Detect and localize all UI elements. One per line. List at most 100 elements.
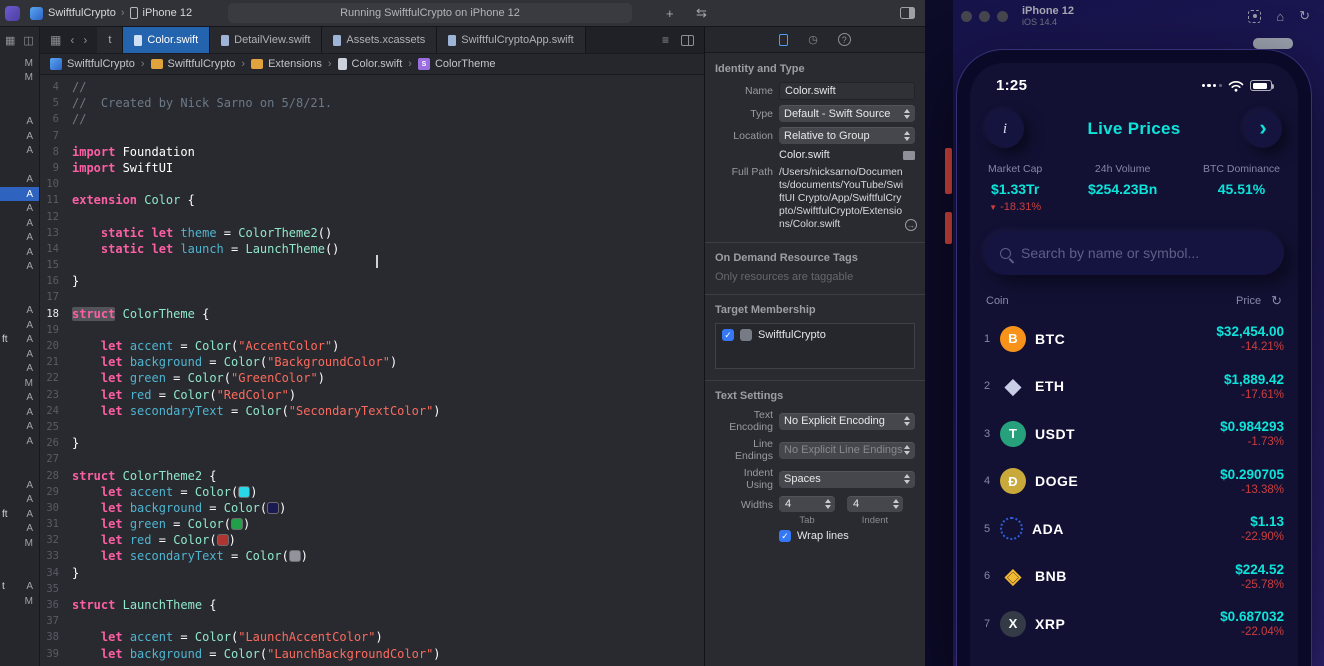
navigator-file-row[interactable]: A	[0, 492, 39, 507]
rotate-icon[interactable]: ↻	[1299, 8, 1310, 24]
code-line[interactable]: 8 import Foundation	[40, 144, 704, 160]
navigator-file-row[interactable]: A	[0, 391, 39, 406]
type-dropdown[interactable]: Default - Swift Source	[779, 105, 915, 122]
code-review-button[interactable]: ⇆	[696, 5, 707, 21]
code-line[interactable]: 37	[40, 613, 704, 629]
code-line[interactable]: 36 struct LaunchTheme {	[40, 597, 704, 613]
navigator-file-row[interactable]: M	[0, 536, 39, 551]
breadcrumb-item[interactable]: Extensions	[251, 58, 322, 70]
breadcrumb-item[interactable]: S ColorTheme	[417, 58, 496, 70]
code-line[interactable]: 7	[40, 128, 704, 144]
color-literal-swatch[interactable]	[288, 550, 301, 563]
code-line[interactable]: 9 import SwiftUI	[40, 160, 704, 176]
close-window-icon[interactable]	[961, 10, 972, 22]
reveal-arrow-icon[interactable]: →	[905, 219, 917, 231]
code-line[interactable]: 18 struct ColorTheme {	[40, 306, 704, 322]
navigator-file-row[interactable]: A	[0, 522, 39, 537]
name-field[interactable]: Color.swift	[779, 82, 915, 100]
navigator-file-row[interactable]: A	[0, 216, 39, 231]
editor-tab[interactable]: t	[97, 27, 124, 53]
navigator-file-row[interactable]: A	[0, 361, 39, 376]
scheme-selector[interactable]: SwiftfulCrypto › iPhone 12	[30, 6, 192, 20]
navigator-file-row[interactable]	[0, 463, 39, 478]
navigator-file-row[interactable]: tA	[0, 580, 39, 595]
code-line[interactable]: 17	[40, 289, 704, 305]
code-line[interactable]: 39 let background = Color("LaunchBackgro…	[40, 646, 704, 662]
navigator-file-row[interactable]: A	[0, 434, 39, 449]
code-line[interactable]: 35	[40, 581, 704, 597]
editor-tab[interactable]: SwiftfulCryptoApp.swift	[437, 27, 586, 53]
code-line[interactable]: 10	[40, 176, 704, 192]
navigator-file-row[interactable]: ft A	[0, 507, 39, 522]
zoom-window-icon[interactable]	[997, 10, 1008, 22]
checkbox-checked-icon[interactable]: ✓	[722, 329, 734, 341]
code-line[interactable]: 25	[40, 419, 704, 435]
editor-tab[interactable]: Assets.xcassets	[322, 27, 438, 53]
code-line[interactable]: 6 //	[40, 111, 704, 127]
navigator-file-row[interactable]	[0, 565, 39, 580]
navigator-file-row[interactable]	[0, 449, 39, 464]
code-line[interactable]: 16}	[40, 273, 704, 289]
breadcrumb-item[interactable]: SwiftfulCrypto	[50, 58, 135, 70]
code-line[interactable]: 30 let background = Color()	[40, 500, 704, 516]
library-button[interactable]: +	[666, 6, 674, 21]
navigator-file-row[interactable]: A	[0, 303, 39, 318]
navigator-file-row[interactable]	[0, 609, 39, 624]
screenshot-icon[interactable]	[1248, 9, 1262, 23]
inspector-toggle-button[interactable]	[900, 7, 915, 19]
code-line[interactable]: 23 let red = Color("RedColor")	[40, 387, 704, 403]
navigator-file-row[interactable]: A	[0, 260, 39, 275]
code-line[interactable]: 19	[40, 322, 704, 338]
coin-row[interactable]: 2 ◆ ETH $1,889.42 -17.61%	[970, 363, 1298, 411]
navigator-file-row[interactable]	[0, 158, 39, 173]
portfolio-button[interactable]: ›	[1244, 110, 1282, 148]
minimap-menu-icon[interactable]: ≡	[662, 33, 669, 47]
navigator-file-row[interactable]	[0, 100, 39, 115]
code-line[interactable]: 28 struct ColorTheme2 {	[40, 468, 704, 484]
coin-row[interactable]: 5 ADA $1.13 -22.90%	[970, 505, 1298, 553]
code-line[interactable]: 21 let background = Color("BackgroundCol…	[40, 354, 704, 370]
code-line[interactable]: 32 let red = Color()	[40, 532, 704, 548]
odr-placeholder[interactable]: Only resources are taggable	[715, 271, 915, 283]
navigator-file-row[interactable]: A	[0, 231, 39, 246]
navigator-file-row[interactable]: A	[0, 129, 39, 144]
code-line[interactable]: 22 let green = Color("GreenColor")	[40, 370, 704, 386]
navigator-file-row[interactable]: A	[0, 143, 39, 158]
location-dropdown[interactable]: Relative to Group	[779, 127, 915, 144]
color-literal-swatch[interactable]	[216, 534, 229, 547]
stepper-icon[interactable]	[825, 499, 831, 509]
code-line[interactable]: 34}	[40, 565, 704, 581]
minimize-window-icon[interactable]	[979, 10, 990, 22]
navigator-file-row[interactable]: M	[0, 376, 39, 391]
file-inspector-tab-icon[interactable]	[779, 33, 789, 46]
navigator-file-row[interactable]: A	[0, 245, 39, 260]
navigator-file-row[interactable]: A	[0, 186, 39, 202]
coin-row[interactable]: 6 ◈ BNB $224.52 -25.78%	[970, 553, 1298, 601]
color-literal-swatch[interactable]	[238, 485, 251, 498]
refresh-icon[interactable]: ↻	[1271, 293, 1282, 309]
home-icon[interactable]: ⌂	[1276, 9, 1284, 24]
code-line[interactable]: 15	[40, 257, 704, 273]
help-inspector-tab-icon[interactable]: ?	[837, 33, 851, 46]
navigator-file-row[interactable]: A	[0, 405, 39, 420]
code-line[interactable]: 20 let accent = Color("AccentColor")	[40, 338, 704, 354]
tab-width-stepper[interactable]: 4	[779, 496, 835, 512]
related-items-icon[interactable]: ▦	[50, 33, 61, 47]
coin-row[interactable]: 1 B BTC $32,454.00 -14.21%	[970, 315, 1298, 363]
folder-icon[interactable]	[903, 150, 915, 160]
navigator-file-row[interactable]	[0, 274, 39, 289]
wrap-lines-checkbox[interactable]: ✓	[779, 530, 791, 542]
navigator-file-row[interactable]: ft A	[0, 332, 39, 347]
split-editor-icon[interactable]	[681, 34, 694, 46]
code-line[interactable]: 12	[40, 209, 704, 225]
navigator-issues-icon[interactable]: ◫	[23, 34, 33, 47]
breadcrumb-item[interactable]: Color.swift	[337, 58, 402, 70]
navigator-file-row[interactable]: A	[0, 420, 39, 435]
coin-row[interactable]: 7 X XRP $0.687032 -22.04%	[970, 600, 1298, 648]
coin-row[interactable]: 4 Ð DOGE $0.290705 -13.38%	[970, 458, 1298, 506]
search-input[interactable]: Search by name or symbol...	[984, 231, 1284, 275]
window-controls[interactable]	[961, 10, 1008, 22]
navigator-file-row[interactable]: M	[0, 594, 39, 609]
navigator-file-row[interactable]: A	[0, 172, 39, 187]
code-line[interactable]: 31 let green = Color()	[40, 516, 704, 532]
